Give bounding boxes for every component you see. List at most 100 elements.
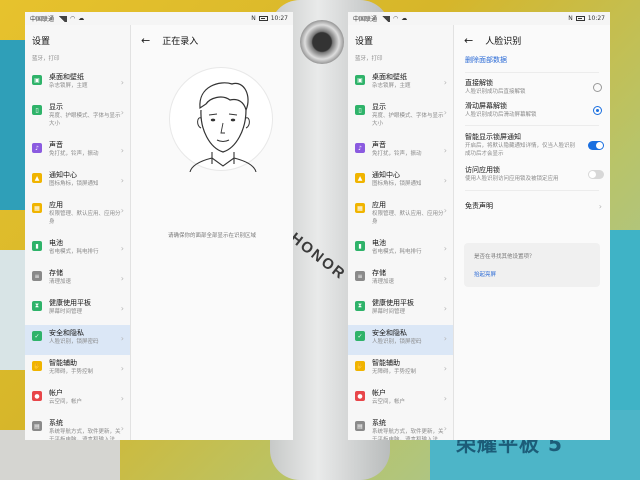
divider xyxy=(465,72,599,73)
settings-item-label: 显示 xyxy=(49,103,63,111)
wifi-icon: ◠ xyxy=(393,15,399,22)
option-direct-unlock[interactable]: 直接解锁 人脸识别成功后直接解锁 xyxy=(454,76,610,98)
settings-item-sub: 人脸识别，锁屏密码 xyxy=(372,339,422,345)
toggle-switch-off[interactable] xyxy=(588,169,604,179)
disclaimer-label: 免责声明 xyxy=(465,202,493,210)
settings-item-digital-balance[interactable]: ⧗ 健康使用平板 屏幕时间管理 › xyxy=(25,295,130,325)
back-arrow-icon[interactable]: ← xyxy=(464,34,473,47)
settings-item-sound[interactable]: ♪ 声音 免打扰，铃声，振动 › xyxy=(25,137,130,167)
settings-item-sub: 蓝牙，打印 xyxy=(355,56,383,62)
settings-item-sub: 屏幕时间管理 xyxy=(49,309,83,315)
option-app-lock[interactable]: 访问应用锁 使用人脸识别访问应用锁及被锁定应用 xyxy=(454,161,610,187)
face-recognition-panel: ← 人脸识别 删除面部数据 直接解锁 人脸识别成功后直接解锁 滑动屏幕解锁 人脸识别… xyxy=(454,25,610,440)
settings-item-label: 声音 xyxy=(372,141,386,149)
settings-item-apps[interactable]: ▦ 应用 权限管理、默认应用、应用分身 › xyxy=(348,197,453,235)
settings-item-label: 健康使用平板 xyxy=(49,299,91,307)
settings-item-apps[interactable]: ▦ 应用 权限管理、默认应用、应用分身 › xyxy=(25,197,130,235)
chevron-right-icon: › xyxy=(120,334,124,343)
settings-item-sub: 系统导航方式，软件更新，关于平板电脑，语言和输入法 xyxy=(372,429,444,440)
settings-item-account[interactable]: ● 帐户 云空间，帐户 › xyxy=(348,385,453,415)
status-bar: 中国联通 ◠ ☁ N 10:27 xyxy=(25,12,293,25)
settings-item-label: 声音 xyxy=(49,141,63,149)
apps-icon: ▦ xyxy=(32,203,42,213)
settings-item-battery[interactable]: ▮ 电池 省电模式，耗电排行 › xyxy=(348,235,453,265)
battery-icon: ▮ xyxy=(355,241,365,251)
settings-item-system[interactable]: ▤ 系统 系统导航方式，软件更新，关于平板电脑，语言和输入法 › xyxy=(348,415,453,440)
settings-item-notifications[interactable]: ▲ 通知中心 图标角标，锁屏通知 › xyxy=(25,167,130,197)
disclaimer-row[interactable]: 免责声明 › xyxy=(454,194,610,218)
status-bar: 中国联通 ◠ ☁ N 10:27 xyxy=(348,12,610,25)
shield-icon: ✓ xyxy=(32,331,42,341)
settings-item-sub: 人脸识别，锁屏密码 xyxy=(49,339,99,345)
wifi-icon: ◠ xyxy=(70,15,76,22)
chevron-right-icon: › xyxy=(443,244,447,253)
settings-item-sub: 系统导航方式，软件更新，关于平板电脑，语言和输入法 xyxy=(49,429,121,440)
toggle-switch-on[interactable] xyxy=(588,140,604,150)
settings-item-assist[interactable]: ✋ 智能辅助 无障碍，手势控制 › xyxy=(25,355,130,385)
chevron-right-icon: › xyxy=(443,206,447,215)
settings-item-sub: 杂志锁屏，主题 xyxy=(372,83,411,89)
settings-item-sub: 亮度、护眼模式、字体与显示大小 xyxy=(49,113,121,127)
settings-item-sub: 云空间，帐户 xyxy=(49,399,83,405)
option-title: 智能显示锁屏通知 xyxy=(465,133,521,141)
settings-item-sub: 清理加速 xyxy=(372,279,395,285)
settings-item-sub: 权限管理、默认应用、应用分身 xyxy=(49,211,121,225)
divider xyxy=(465,125,599,126)
settings-item-sub: 杂志锁屏，主题 xyxy=(49,83,88,89)
delete-face-data-link[interactable]: 删除面部数据 xyxy=(454,55,610,69)
shield-icon: ✓ xyxy=(355,331,365,341)
settings-item-sound[interactable]: ♪ 声音免打扰，铃声，振动 › xyxy=(348,137,453,167)
settings-item-sub: 亮度、护眼模式、字体与显示大小 xyxy=(372,113,444,127)
settings-item-partial[interactable]: 蓝牙，打印 xyxy=(348,55,453,69)
option-swipe-unlock[interactable]: 滑动屏幕解锁 人脸识别成功后滑动屏幕解锁 xyxy=(454,98,610,122)
settings-item-sub: 无障碍，手势控制 xyxy=(372,369,417,375)
radio-button-selected[interactable] xyxy=(593,105,602,115)
settings-item-sub: 省电模式，耗电排行 xyxy=(372,249,422,255)
settings-item-display[interactable]: ▯ 显示 亮度、护眼模式、字体与显示大小 › xyxy=(25,99,130,137)
settings-item-security[interactable]: ✓ 安全和隐私 人脸识别，锁屏密码 › xyxy=(348,325,453,355)
back-arrow-icon[interactable]: ← xyxy=(141,34,150,47)
sound-icon: ♪ xyxy=(32,143,42,153)
settings-item-storage[interactable]: ≡ 存储 清理加速 › xyxy=(25,265,130,295)
settings-item-digital-balance[interactable]: ⧗ 健康使用平板 屏幕时间管理 › xyxy=(348,295,453,325)
settings-item-label: 通知中心 xyxy=(49,171,77,179)
settings-item-account[interactable]: ● 帐户 云空间，帐户 › xyxy=(25,385,130,415)
enrolling-hint: 请确保你的面部全部显示在识别区域 xyxy=(167,233,256,239)
suggestion-link[interactable]: 抬起亮屏 xyxy=(474,270,590,278)
chevron-right-icon: › xyxy=(443,364,447,373)
signal-icon xyxy=(380,15,391,22)
account-icon: ● xyxy=(355,391,365,401)
settings-item-assist[interactable]: ✋ 智能辅助 无障碍，手势控制 › xyxy=(348,355,453,385)
chevron-right-icon: › xyxy=(443,394,447,403)
sound-icon: ♪ xyxy=(355,143,365,153)
settings-item-desktop[interactable]: ▣ 桌面和壁纸 杂志锁屏，主题 › xyxy=(348,69,453,99)
settings-item-desktop[interactable]: ▣ 桌面和壁纸 杂志锁屏，主题 › xyxy=(25,69,130,99)
settings-item-label: 桌面和壁纸 xyxy=(372,73,407,81)
radio-button[interactable] xyxy=(593,82,602,92)
chevron-right-icon: › xyxy=(443,274,447,283)
settings-item-sub: 免打扰，铃声，振动 xyxy=(372,151,422,157)
settings-item-sub: 图标角标，锁屏通知 xyxy=(372,181,422,187)
option-title: 直接解锁 xyxy=(465,79,493,87)
chevron-right-icon: › xyxy=(443,146,447,155)
settings-item-partial[interactable]: 蓝牙，打印 xyxy=(25,55,130,69)
chevron-right-icon: › xyxy=(443,78,447,87)
settings-item-sub: 无障碍，手势控制 xyxy=(49,369,94,375)
settings-item-notifications[interactable]: ▲ 通知中心 图标角标，锁屏通知 › xyxy=(348,167,453,197)
system-icon: ▤ xyxy=(355,421,365,431)
option-smart-notifications[interactable]: 智能显示锁屏通知 开启后，将默认隐藏通知详情，仅当人脸识别成功后才会显示 xyxy=(454,129,610,161)
settings-item-battery[interactable]: ▮ 电池 省电模式，耗电排行 › xyxy=(25,235,130,265)
settings-item-label: 显示 xyxy=(372,103,386,111)
settings-item-storage[interactable]: ≡ 存储 清理加速 › xyxy=(348,265,453,295)
settings-item-security[interactable]: ✓ 安全和隐私 人脸识别，锁屏密码 › xyxy=(25,325,130,355)
settings-item-system[interactable]: ▤ 系统 系统导航方式，软件更新，关于平板电脑，语言和输入法 › xyxy=(25,415,130,440)
chevron-right-icon: › xyxy=(443,424,447,433)
clock: 10:27 xyxy=(270,15,288,22)
settings-item-display[interactable]: ▯ 显示 亮度、护眼模式、字体与显示大小 › xyxy=(348,99,453,137)
settings-item-label: 健康使用平板 xyxy=(372,299,414,307)
settings-list: 蓝牙，打印 ▣ 桌面和壁纸 杂志锁屏，主题 › ▯ 显示 亮度、护眼模式、字体与显示… xyxy=(348,55,453,440)
signal-icon xyxy=(57,15,68,22)
battery-status-icon xyxy=(575,16,585,21)
storage-icon: ≡ xyxy=(355,271,365,281)
clock: 10:27 xyxy=(587,15,605,22)
